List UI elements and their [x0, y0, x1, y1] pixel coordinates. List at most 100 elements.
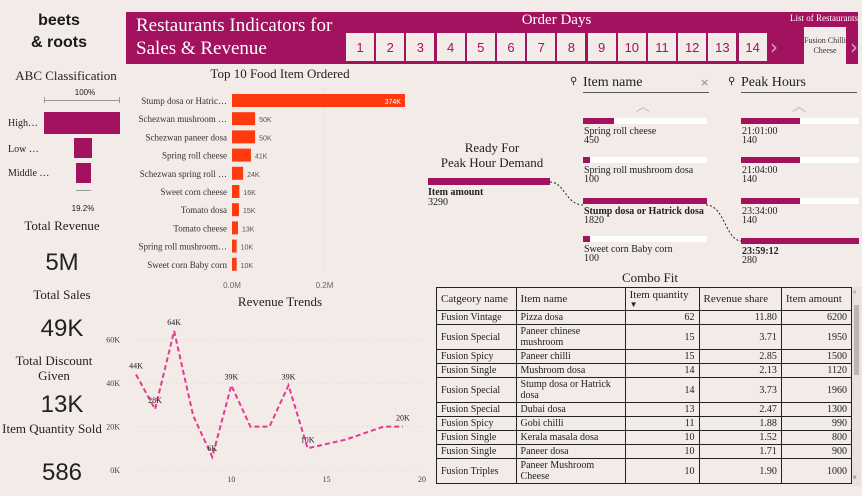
table-cell: Stump dosa or Hatrick dosa — [515, 377, 626, 403]
table-row[interactable]: Fusion Vintage Pizza dosa 62 11.80 6200 — [436, 310, 852, 325]
table-cell: 2.47 — [698, 402, 782, 417]
brand-line1: beets — [38, 12, 80, 29]
item-value-label: 100 — [584, 253, 599, 264]
bar[interactable] — [232, 112, 256, 126]
day-button-8[interactable]: 8 — [557, 33, 586, 61]
brand-logo: beets & roots — [0, 10, 118, 54]
bar-category-label: Spring roll mushroom… — [138, 242, 227, 252]
kpi-label: Item Quantity Sold — [2, 421, 102, 436]
bar-category-label: Stump dosa or Hatric… — [141, 96, 227, 106]
peak-bar[interactable] — [741, 198, 859, 204]
day-button-12[interactable]: 12 — [678, 33, 707, 61]
day-button-10[interactable]: 10 — [617, 33, 646, 61]
abc-funnel-high[interactable] — [44, 112, 120, 134]
bar[interactable] — [232, 239, 237, 253]
item-bar[interactable] — [583, 118, 707, 124]
x-tick-label: 15 — [323, 475, 331, 484]
lightbulb-icon: ⚲ — [570, 76, 578, 87]
bar-category-label: Spring roll cheese — [162, 151, 227, 161]
day-button-7[interactable]: 7 — [527, 33, 556, 61]
bar-data-label: 50K — [259, 135, 272, 142]
table-cell: 10 — [624, 458, 700, 484]
revenue-series-line[interactable] — [135, 330, 403, 460]
day-button-1[interactable]: 1 — [346, 33, 374, 61]
day-button-11[interactable]: 11 — [648, 33, 676, 61]
table-row[interactable]: Fusion Spicy Gobi chilli 11 1.88 990 — [436, 416, 852, 431]
chevron-up-icon[interactable]: ︿ — [792, 96, 806, 116]
table-row[interactable]: Fusion Single Mushroom dosa 14 2.13 1120 — [436, 363, 852, 378]
point-data-label: 44K — [129, 361, 143, 370]
day-button-14[interactable]: 14 — [738, 33, 767, 61]
bar[interactable] — [232, 203, 239, 217]
day-button-6[interactable]: 6 — [497, 33, 525, 61]
root-bar[interactable] — [428, 178, 550, 185]
column-header[interactable]: Item quantity ▼ — [624, 287, 700, 311]
abc-bottom-pct: 19.2% — [71, 204, 95, 213]
bar-data-label: 10K — [241, 245, 254, 252]
peak-bar[interactable] — [741, 238, 859, 244]
point-data-label: 10K — [301, 435, 315, 444]
table-row[interactable]: Fusion Special Dubai dosa 13 2.47 1300 — [436, 402, 852, 417]
bar-category-label: Tomato dosa — [181, 205, 227, 215]
close-icon[interactable]: × — [700, 76, 709, 89]
bar[interactable] — [232, 257, 237, 271]
abc-funnel-middle[interactable] — [76, 163, 91, 183]
bar[interactable] — [232, 221, 239, 235]
table-cell: 1000 — [780, 458, 852, 484]
scroll-down-icon[interactable]: v — [853, 473, 857, 481]
bar[interactable] — [232, 148, 251, 162]
bar[interactable] — [232, 94, 405, 107]
ready-title: Ready For Peak Hour Demand — [440, 140, 544, 170]
peak-bar-fill — [741, 157, 800, 163]
column-header[interactable]: Catgeory name — [436, 287, 517, 311]
table-cell: Fusion Single — [436, 430, 517, 445]
peak-bar[interactable] — [741, 118, 859, 124]
chevron-up-icon[interactable]: ︿ — [636, 96, 650, 116]
bar-category-label: Sweet corn Baby corn — [147, 260, 227, 270]
peak-bar[interactable] — [741, 157, 859, 163]
sort-desc-icon[interactable]: ▼ — [630, 301, 695, 309]
day-button-9[interactable]: 9 — [587, 33, 616, 61]
day-button-2[interactable]: 2 — [376, 33, 405, 61]
bar[interactable] — [232, 166, 244, 180]
column-header[interactable]: Item amount — [780, 287, 852, 311]
abc-funnel-low[interactable] — [74, 138, 92, 158]
day-button-3[interactable]: 3 — [406, 33, 435, 61]
day-button-5[interactable]: 5 — [466, 33, 495, 61]
bar-category-label: Sweet corn cheese — [161, 187, 227, 197]
bar[interactable] — [232, 185, 240, 198]
table-row[interactable]: Fusion Triples Paneer Mushroom Cheese 10 1.… — [436, 458, 852, 484]
table-row[interactable]: Fusion Single Paneer dosa 10 1.71 900 — [436, 444, 852, 459]
table-row[interactable]: Fusion Special Stump dosa or Hatrick dosa… — [436, 377, 852, 403]
bar[interactable] — [232, 130, 256, 144]
chevron-right-icon[interactable]: › — [770, 35, 778, 59]
bar-category-label: Schezwan mushroom … — [139, 114, 227, 124]
table-cell: 3.73 — [698, 377, 782, 403]
abc-level-label: Low … — [8, 144, 39, 155]
table-row[interactable]: Fusion Spicy Paneer chilli 15 2.85 1500 — [436, 349, 852, 364]
table-cell: 1960 — [780, 377, 852, 403]
root-value: 3290 — [428, 197, 448, 208]
day-button-4[interactable]: 4 — [436, 33, 465, 61]
table-cell: 13 — [624, 402, 700, 417]
table-row[interactable]: Fusion Single Kerala masala dosa 10 1.52 800 — [436, 430, 852, 445]
scroll-up-icon[interactable]: ^ — [853, 289, 856, 297]
scrollbar-thumb[interactable] — [854, 305, 859, 375]
item-bar[interactable] — [583, 157, 707, 163]
peak-hours-header: Peak Hours — [741, 75, 806, 90]
chevron-right-icon[interactable]: › — [850, 35, 858, 59]
day-button-13[interactable]: 13 — [708, 33, 737, 61]
kpi-label: Total Sales — [33, 287, 91, 302]
abc-top-pct: 100% — [74, 88, 96, 97]
column-header[interactable]: Revenue share — [698, 287, 782, 311]
column-header[interactable]: Item name — [515, 287, 626, 311]
table-cell: 990 — [780, 416, 852, 431]
kpi-value: 5M — [45, 249, 79, 276]
top10-chart-title: Top 10 Food Item Ordered — [210, 66, 350, 81]
bar-data-label: 41K — [255, 154, 268, 161]
restaurant-button[interactable]: Fusion Chilli Cheese — [804, 27, 846, 64]
table-row[interactable]: Fusion Special Paneer chinese mushroom 15 3… — [436, 324, 852, 350]
item-bar-fill — [583, 118, 614, 124]
table-scrollbar[interactable]: ^ v — [852, 287, 861, 486]
point-data-label: 28K — [148, 396, 162, 405]
